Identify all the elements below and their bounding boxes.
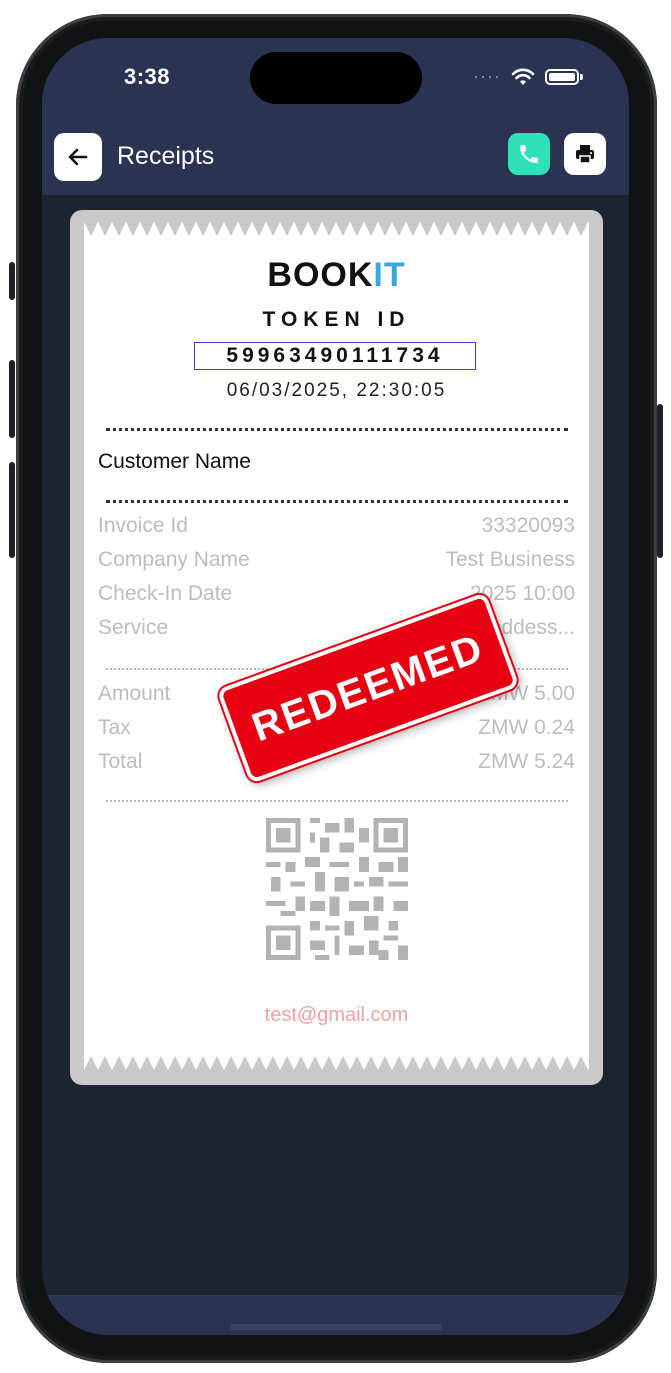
bookit-logo: BOOKIT	[84, 256, 589, 295]
print-button[interactable]	[564, 133, 606, 175]
mute-switch	[9, 262, 15, 300]
power-button	[657, 404, 663, 558]
battery-icon	[545, 68, 579, 85]
screen: 3:38 ···· Receipts BOOKIT TOKEN ID 59963…	[42, 38, 629, 1335]
volume-up-button	[9, 360, 15, 438]
total-label: Total	[98, 750, 143, 773]
total-label: Amount	[98, 682, 171, 705]
separator	[106, 500, 568, 503]
contact-email[interactable]: test@gmail.com	[84, 1004, 589, 1027]
token-datetime: 06/03/2025, 22:30:05	[226, 380, 447, 401]
receipt-bottom-edge	[84, 1056, 589, 1070]
separator	[106, 800, 568, 802]
volume-down-button	[9, 462, 15, 558]
status-icons: ····	[473, 66, 583, 87]
detail-value: 33320093	[481, 514, 575, 537]
page-title: Receipts	[117, 142, 215, 170]
total-value: ZMW 0.24	[478, 716, 575, 739]
detail-row: Check-In Date 2025 10:00	[98, 582, 575, 606]
call-button[interactable]	[508, 133, 550, 175]
total-row: Total ZMW 5.24	[98, 750, 575, 774]
arrow-left-icon	[68, 148, 88, 166]
separator	[106, 428, 568, 431]
detail-label: Service	[98, 616, 169, 639]
status-time: 3:38	[124, 64, 171, 89]
wifi-icon	[511, 68, 535, 85]
dynamic-island	[250, 52, 422, 104]
detail-row: Service Goddess...	[98, 616, 575, 640]
detail-row: Invoice Id 33320093	[98, 514, 575, 538]
battery-tip	[580, 73, 583, 80]
qr-code	[266, 818, 408, 960]
receipt-top-edge	[84, 222, 589, 236]
token-label: TOKEN ID	[262, 308, 411, 331]
detail-value: Test Business	[445, 548, 575, 571]
total-label: Tax	[98, 716, 131, 739]
signal-indicator: ····	[473, 66, 501, 86]
home-indicator[interactable]	[230, 1324, 442, 1330]
phone-icon	[520, 145, 538, 163]
customer-name: Customer Name	[98, 450, 251, 473]
detail-label: Check-In Date	[98, 582, 233, 605]
logo-accent: IT	[373, 256, 406, 294]
token-id: 59963490111734	[194, 342, 476, 370]
total-value: ZMW 5.24	[478, 750, 575, 773]
detail-label: Invoice Id	[98, 514, 188, 537]
printer-icon	[576, 145, 594, 164]
app-header: 3:38 ···· Receipts	[42, 38, 629, 195]
back-button[interactable]	[54, 133, 102, 181]
detail-label: Company Name	[98, 548, 250, 571]
logo-main: BOOK	[267, 256, 374, 294]
detail-row: Company Name Test Business	[98, 548, 575, 572]
